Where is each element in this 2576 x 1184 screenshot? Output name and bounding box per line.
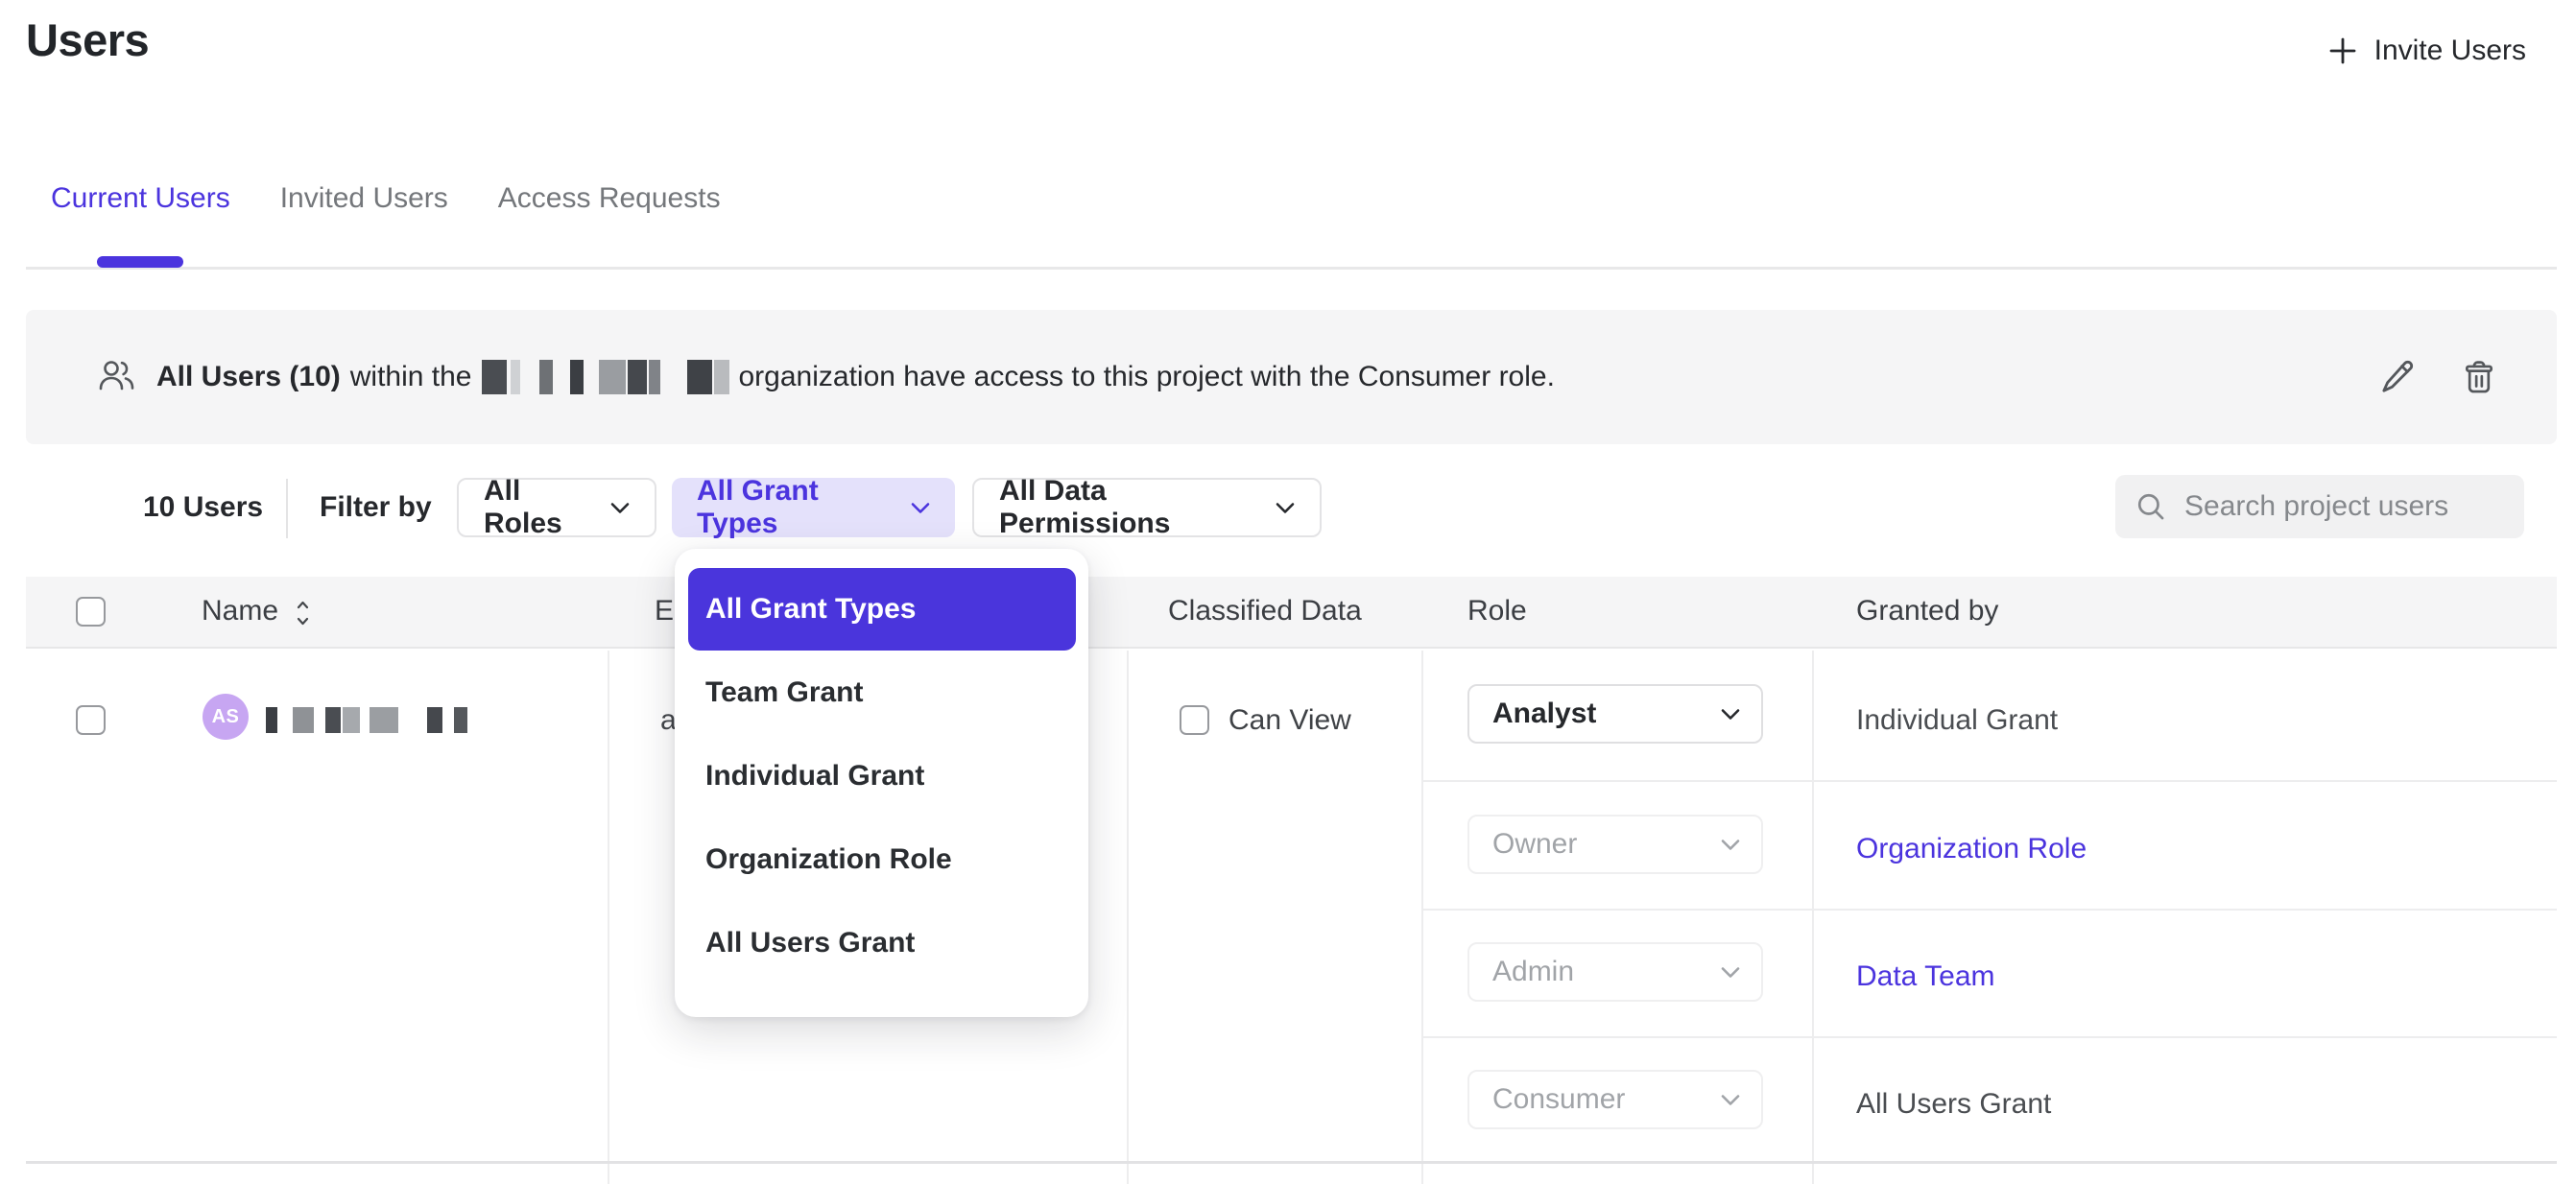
role-value: Owner [1492,828,1577,861]
column-divider [1127,651,1129,1184]
plus-icon [2326,35,2359,67]
column-divider [608,651,609,1184]
select-all-checkbox[interactable] [76,597,106,627]
controls-divider [286,479,288,538]
users-page: Users Invite Users Current Users Invited… [0,0,2576,1184]
all-grant-types-label: All Grant Types [697,475,892,540]
users-table: Name Email Classified Data Role Granted … [26,577,2557,1184]
chevron-down-icon [1721,839,1740,851]
can-view-checkbox[interactable] [1180,705,1209,735]
menu-item-all-grant-types[interactable]: All Grant Types [688,568,1076,651]
column-header-role[interactable]: Role [1467,595,1527,628]
role-value: Analyst [1492,698,1596,730]
tab-access-requests[interactable]: Access Requests [498,182,721,215]
chevron-down-icon [610,502,630,514]
row-checkbox[interactable] [76,705,106,735]
role-select-owner: Owner [1467,815,1763,874]
chevron-down-icon [1721,966,1740,979]
user-count: 10 Users [143,491,263,524]
can-view-label: Can View [1228,704,1351,737]
filter-by-label: Filter by [320,491,432,524]
role-select-analyst[interactable]: Analyst [1467,684,1763,744]
all-data-permissions-label: All Data Permissions [999,475,1256,540]
column-divider [1421,651,1423,1184]
edit-pencil-icon[interactable] [2378,358,2417,396]
table-header: Name Email Classified Data Role Granted … [26,577,2557,649]
delete-trash-icon[interactable] [2461,358,2497,396]
page-title: Users [26,13,149,66]
role-value: Admin [1492,956,1574,988]
menu-item-all-users-grant[interactable]: All Users Grant [675,901,1088,984]
grant-row-divider [1421,909,2557,911]
role-select-consumer: Consumer [1467,1070,1763,1129]
banner-bold: All Users (10) [156,361,341,393]
all-data-permissions-filter[interactable]: All Data Permissions [972,478,1322,537]
avatar-initials: AS [212,706,240,728]
menu-item-individual-grant[interactable]: Individual Grant [675,734,1088,817]
grant-row-divider [1421,1036,2557,1038]
grant-types-dropdown-menu: All Grant Types Team Grant Individual Gr… [675,549,1088,1017]
banner-mid: within the [350,361,472,393]
name-header-label: Name [202,595,278,627]
redacted-org-name [482,360,729,394]
search-project-users [2115,475,2524,538]
active-tab-indicator [97,256,183,268]
role-select-admin: Admin [1467,942,1763,1002]
role-value: Consumer [1492,1083,1625,1116]
search-input[interactable] [2184,490,2501,523]
chevron-down-icon [1721,1094,1740,1106]
column-divider [1812,651,1814,1184]
user-row-divider [26,1161,2557,1164]
chevron-down-icon [1276,502,1295,514]
all-roles-filter[interactable]: All Roles [457,478,656,537]
banner-tail: organization have access to this project… [739,361,1555,393]
granted-by-all-users-grant: All Users Grant [1856,1088,2051,1121]
banner-actions [2378,310,2497,444]
invite-users-button[interactable]: Invite Users [2326,35,2526,67]
sort-icon[interactable] [295,599,311,628]
menu-item-organization-role[interactable]: Organization Role [675,817,1088,901]
banner-text: All Users (10) within the organization h… [156,310,1555,444]
column-header-name[interactable]: Name [202,595,278,628]
chevron-down-icon [1721,708,1740,721]
all-roles-label: All Roles [484,475,591,540]
tab-bar: Current Users Invited Users Access Reque… [51,182,721,215]
tab-invited-users[interactable]: Invited Users [280,182,448,215]
redacted-user-name [266,707,467,733]
grant-row-divider [1421,780,2557,782]
avatar: AS [203,694,249,740]
search-icon [2135,490,2167,523]
users-group-icon [97,358,135,392]
column-header-granted-by[interactable]: Granted by [1856,595,1998,628]
invite-users-label: Invite Users [2374,35,2526,67]
granted-by-data-team-link[interactable]: Data Team [1856,960,1995,993]
column-header-classified[interactable]: Classified Data [1168,595,1362,628]
granted-by-organization-role-link[interactable]: Organization Role [1856,833,2087,865]
tab-current-users[interactable]: Current Users [51,182,230,215]
all-users-banner: All Users (10) within the organization h… [26,310,2557,444]
menu-item-team-grant[interactable]: Team Grant [675,651,1088,734]
chevron-down-icon [911,502,930,514]
tabs-divider [26,267,2557,270]
granted-by-individual-grant: Individual Grant [1856,704,2058,737]
all-grant-types-filter[interactable]: All Grant Types [672,478,955,537]
